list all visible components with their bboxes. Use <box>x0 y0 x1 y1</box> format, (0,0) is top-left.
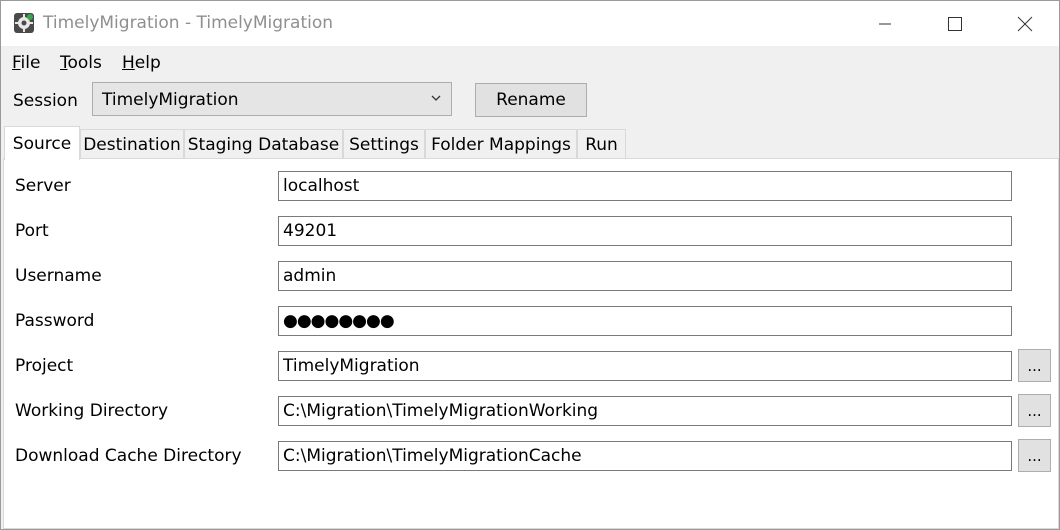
title-bar: TimelyMigration - TimelyMigration <box>1 1 1059 46</box>
app-window: TimelyMigration - TimelyMigration File T… <box>0 0 1060 530</box>
project-label: Project <box>15 356 74 376</box>
maximize-icon <box>948 16 962 31</box>
session-selected-value: TimelyMigration <box>102 90 239 110</box>
username-label: Username <box>15 266 102 286</box>
cache-directory-label: Download Cache Directory <box>15 446 242 466</box>
port-label: Port <box>15 221 49 241</box>
username-input[interactable]: admin <box>278 261 1012 291</box>
cache-directory-input[interactable]: C:\Migration\TimelyMigrationCache <box>278 441 1012 471</box>
working-directory-label: Working Directory <box>15 401 169 421</box>
close-button[interactable] <box>991 1 1059 46</box>
menu-help[interactable]: Help <box>122 53 161 73</box>
chevron-down-icon <box>431 95 441 101</box>
session-label: Session <box>13 91 78 111</box>
tab-source[interactable]: Source <box>4 126 80 160</box>
minimize-button[interactable] <box>851 1 919 46</box>
tab-settings[interactable]: Settings <box>343 129 425 159</box>
tab-staging-database[interactable]: Staging Database <box>184 129 343 159</box>
tab-strip: Source Destination Staging Database Sett… <box>1 126 1059 160</box>
session-dropdown[interactable]: TimelyMigration <box>92 82 452 116</box>
menu-bar: File Tools Help <box>1 49 1059 79</box>
project-browse-button[interactable]: ... <box>1018 349 1051 382</box>
tab-folder-mappings[interactable]: Folder Mappings <box>425 129 577 159</box>
menu-file[interactable]: File <box>12 53 40 73</box>
working-directory-input[interactable]: C:\Migration\TimelyMigrationWorking <box>278 396 1012 426</box>
close-icon <box>1017 16 1033 31</box>
server-label: Server <box>15 176 71 196</box>
gear-icon <box>14 13 34 33</box>
port-input[interactable]: 49201 <box>278 216 1012 246</box>
project-input[interactable]: TimelyMigration <box>278 351 1012 381</box>
working-directory-browse-button[interactable]: ... <box>1018 394 1051 427</box>
minimize-icon <box>879 23 891 24</box>
window-title: TimelyMigration - TimelyMigration <box>43 13 334 33</box>
server-input[interactable]: localhost <box>278 171 1012 201</box>
password-label: Password <box>15 311 95 331</box>
cache-directory-browse-button[interactable]: ... <box>1018 439 1051 472</box>
password-input[interactable]: ●●●●●●●● <box>278 306 1012 336</box>
source-panel: Server localhost Port 49201 Username adm… <box>3 158 1059 529</box>
tab-run[interactable]: Run <box>577 129 626 159</box>
maximize-button[interactable] <box>921 1 989 46</box>
menu-tools[interactable]: Tools <box>60 53 102 73</box>
tab-destination[interactable]: Destination <box>80 129 184 159</box>
rename-button[interactable]: Rename <box>475 83 587 117</box>
